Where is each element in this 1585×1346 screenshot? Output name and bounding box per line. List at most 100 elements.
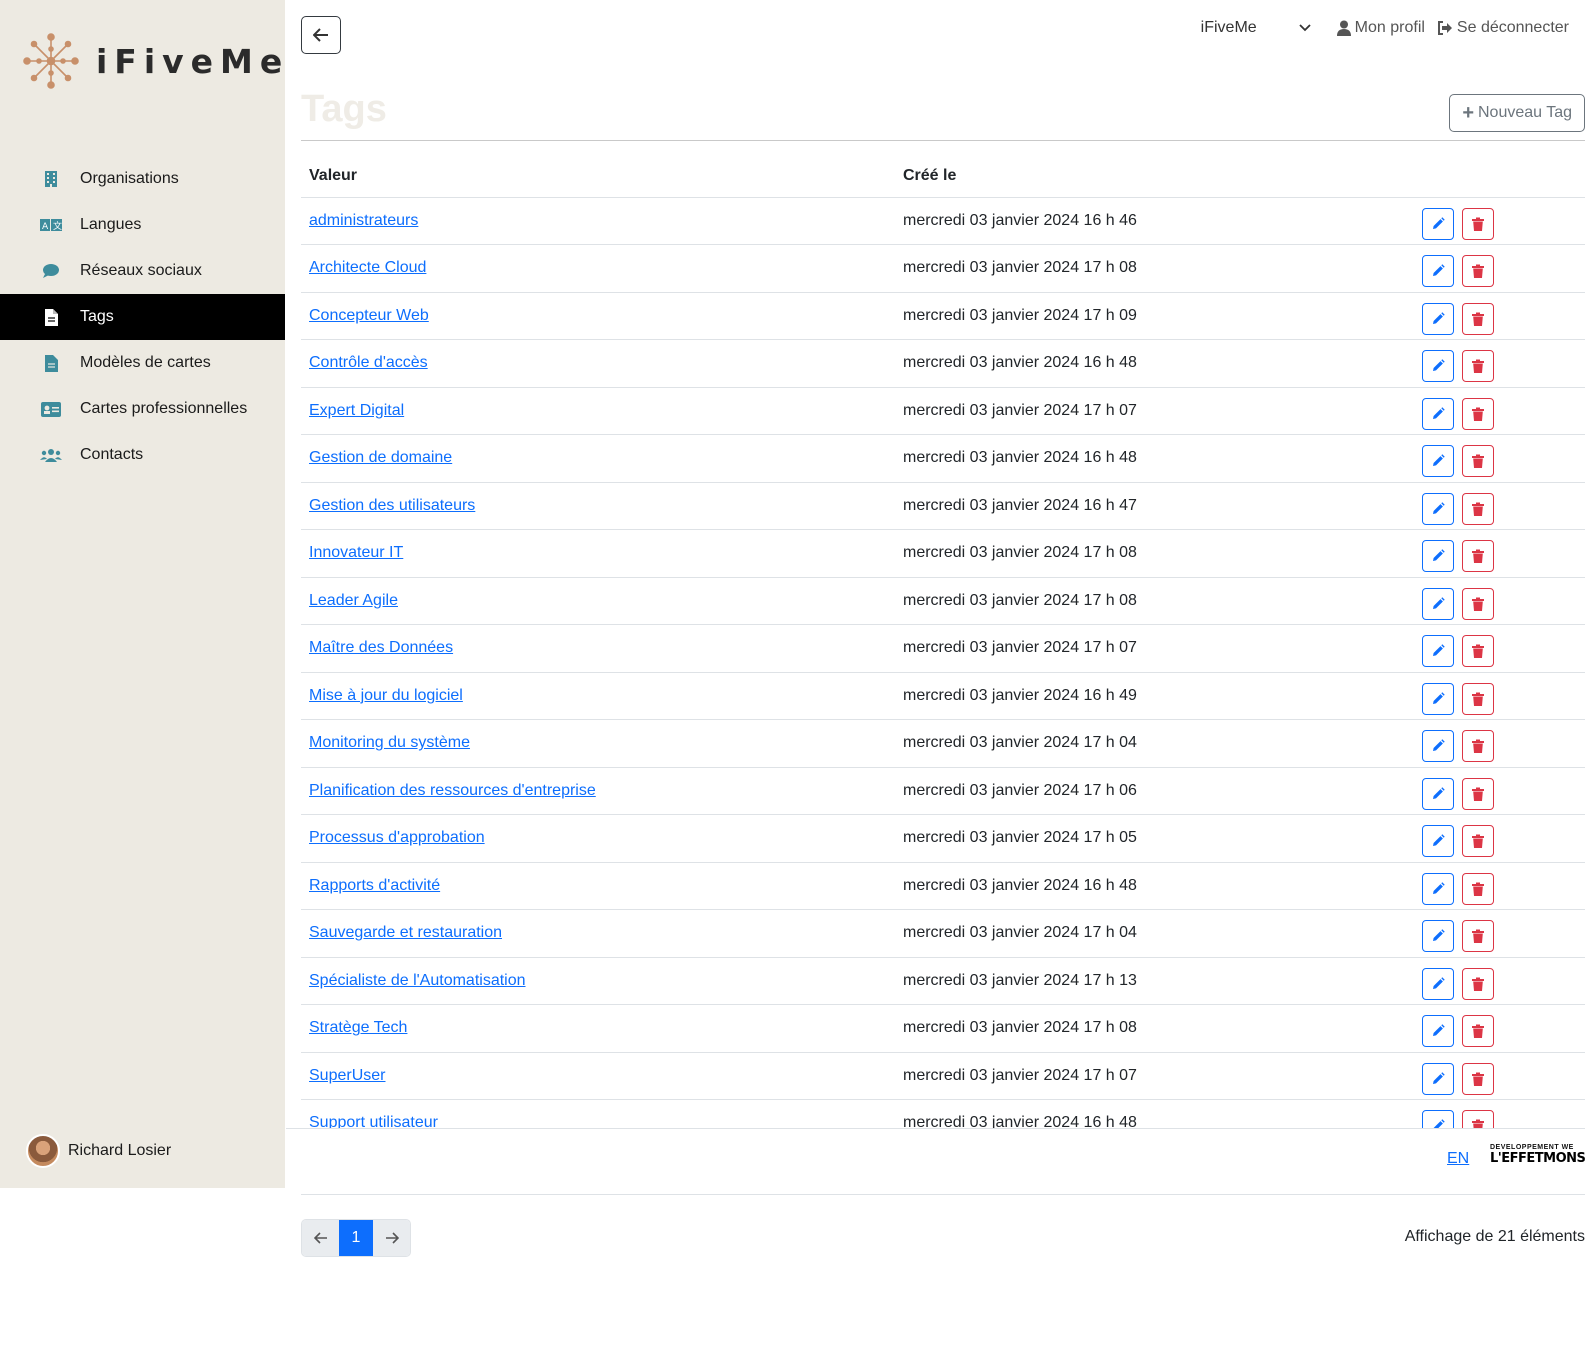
user-name: Richard Losier bbox=[68, 1142, 172, 1159]
page-button-current[interactable]: 1 bbox=[339, 1220, 373, 1256]
delete-button[interactable] bbox=[1461, 682, 1494, 715]
delete-button[interactable] bbox=[1461, 397, 1494, 430]
delete-button[interactable] bbox=[1461, 730, 1494, 763]
delete-button[interactable] bbox=[1461, 1110, 1494, 1128]
edit-button[interactable] bbox=[1421, 1015, 1454, 1048]
pagination: 1 bbox=[301, 1219, 411, 1257]
tag-value-link[interactable]: Sauvegarde et restauration bbox=[309, 924, 502, 941]
tag-value-link[interactable]: Spécialiste de l'Automatisation bbox=[309, 972, 526, 989]
edit-button[interactable] bbox=[1421, 445, 1454, 478]
sidebar-item-contacts[interactable]: Contacts bbox=[0, 432, 285, 478]
actions-cell bbox=[1413, 624, 1585, 673]
pencil-icon bbox=[1432, 549, 1445, 562]
tag-value-link[interactable]: Support utilisateur bbox=[309, 1114, 438, 1128]
language-switch-link[interactable]: EN bbox=[1447, 1150, 1469, 1168]
tag-value-link[interactable]: Concepteur Web bbox=[309, 307, 429, 324]
delete-button[interactable] bbox=[1461, 445, 1494, 478]
actions-cell bbox=[1413, 197, 1585, 245]
edit-button[interactable] bbox=[1421, 1062, 1454, 1095]
profile-link[interactable]: Mon profil bbox=[1336, 19, 1425, 37]
edit-button[interactable] bbox=[1421, 207, 1454, 240]
edit-button[interactable] bbox=[1421, 777, 1454, 810]
edit-button[interactable] bbox=[1421, 825, 1454, 858]
sidebar-item-cartes-professionnelles[interactable]: Cartes professionnelles bbox=[0, 386, 285, 432]
edit-button[interactable] bbox=[1421, 492, 1454, 525]
tag-value-link[interactable]: administrateurs bbox=[309, 212, 418, 229]
delete-button[interactable] bbox=[1461, 920, 1494, 953]
table-row: Expert Digital mercredi 03 janvier 2024 1… bbox=[301, 387, 1585, 435]
delete-button[interactable] bbox=[1461, 302, 1494, 335]
tag-value-link[interactable]: Stratège Tech bbox=[309, 1019, 407, 1036]
actions-cell bbox=[1413, 1099, 1585, 1128]
delete-button[interactable] bbox=[1461, 587, 1494, 620]
tag-value-cell: administrateurs bbox=[301, 197, 895, 245]
tag-value-link[interactable]: Monitoring du système bbox=[309, 734, 470, 751]
edit-button[interactable] bbox=[1421, 350, 1454, 383]
edit-button[interactable] bbox=[1421, 730, 1454, 763]
delete-button[interactable] bbox=[1461, 492, 1494, 525]
edit-button[interactable] bbox=[1421, 682, 1454, 715]
logout-link[interactable]: Se déconnecter bbox=[1437, 19, 1569, 37]
next-page-button[interactable] bbox=[373, 1220, 410, 1256]
delete-button[interactable] bbox=[1461, 255, 1494, 288]
tag-value-link[interactable]: Contrôle d'accès bbox=[309, 354, 428, 371]
edit-button[interactable] bbox=[1421, 255, 1454, 288]
edit-button[interactable] bbox=[1421, 587, 1454, 620]
delete-button[interactable] bbox=[1461, 635, 1494, 668]
edit-button[interactable] bbox=[1421, 635, 1454, 668]
tag-value-link[interactable]: Rapports d'activité bbox=[309, 877, 440, 894]
tag-value-link[interactable]: Gestion de domaine bbox=[309, 449, 452, 466]
sidebar-item-reseaux-sociaux[interactable]: Réseaux sociaux bbox=[0, 248, 285, 294]
delete-button[interactable] bbox=[1461, 777, 1494, 810]
delete-button[interactable] bbox=[1461, 207, 1494, 240]
edit-button[interactable] bbox=[1421, 1110, 1454, 1128]
trash-icon bbox=[1471, 597, 1484, 611]
column-header-created[interactable]: Créé le bbox=[895, 155, 1414, 198]
tag-value-link[interactable]: Expert Digital bbox=[309, 402, 404, 419]
edit-button[interactable] bbox=[1421, 920, 1454, 953]
tag-value-link[interactable]: Gestion des utilisateurs bbox=[309, 497, 475, 514]
edit-button[interactable] bbox=[1421, 967, 1454, 1000]
tag-value-link[interactable]: Processus d'approbation bbox=[309, 829, 485, 846]
tag-value-link[interactable]: Innovateur IT bbox=[309, 544, 403, 561]
sidebar-item-tags[interactable]: Tags bbox=[0, 294, 285, 340]
organisation-select[interactable]: iFiveMe bbox=[1201, 19, 1311, 37]
tag-value-link[interactable]: Maître des Données bbox=[309, 639, 453, 656]
delete-button[interactable] bbox=[1461, 1015, 1494, 1048]
delete-button[interactable] bbox=[1461, 540, 1494, 573]
delete-button[interactable] bbox=[1461, 350, 1494, 383]
back-button[interactable] bbox=[301, 16, 341, 54]
new-tag-button[interactable]: + Nouveau Tag bbox=[1449, 94, 1585, 132]
user-menu[interactable]: Richard Losier bbox=[26, 1134, 171, 1168]
sidebar-item-langues[interactable]: A文 Langues bbox=[0, 202, 285, 248]
trash-icon bbox=[1471, 217, 1484, 231]
tag-value-link[interactable]: Mise à jour du logiciel bbox=[309, 687, 463, 704]
edit-button[interactable] bbox=[1421, 302, 1454, 335]
edit-button[interactable] bbox=[1421, 540, 1454, 573]
sidebar-item-organisations[interactable]: Organisations bbox=[0, 156, 285, 202]
tag-value-link[interactable]: Leader Agile bbox=[309, 592, 398, 609]
delete-button[interactable] bbox=[1461, 872, 1494, 905]
logo[interactable]: iFiveMe bbox=[22, 32, 289, 90]
edit-button[interactable] bbox=[1421, 872, 1454, 905]
delete-button[interactable] bbox=[1461, 825, 1494, 858]
column-header-value[interactable]: Valeur bbox=[301, 155, 895, 198]
tags-table-container[interactable]: Valeur Créé le administrateurs mercredi 0… bbox=[301, 155, 1585, 1128]
sidebar-item-label: Langues bbox=[80, 216, 142, 233]
actions-cell bbox=[1413, 529, 1585, 578]
delete-button[interactable] bbox=[1461, 1062, 1494, 1095]
actions-cell bbox=[1413, 814, 1585, 863]
pencil-icon bbox=[1432, 977, 1445, 989]
sidebar-item-label: Organisations bbox=[80, 170, 179, 187]
delete-button[interactable] bbox=[1461, 967, 1494, 1000]
tag-value-link[interactable]: Architecte Cloud bbox=[309, 259, 426, 276]
table-row: administrateurs mercredi 03 janvier 2024 … bbox=[301, 197, 1585, 245]
sidebar-item-modeles-de-cartes[interactable]: Modèles de cartes bbox=[0, 340, 285, 386]
partner-logo[interactable]: DÉVELOPPEMENT WE L'EFFETMONSTR bbox=[1490, 1144, 1585, 1166]
previous-page-button[interactable] bbox=[302, 1220, 339, 1256]
tag-value-cell: Leader Agile bbox=[301, 577, 895, 625]
tag-value-link[interactable]: Planification des ressources d'entrepris… bbox=[309, 782, 596, 799]
tag-value-link[interactable]: SuperUser bbox=[309, 1067, 385, 1084]
edit-button[interactable] bbox=[1421, 397, 1454, 430]
created-date-cell: mercredi 03 janvier 2024 17 h 13 bbox=[895, 957, 1414, 1005]
